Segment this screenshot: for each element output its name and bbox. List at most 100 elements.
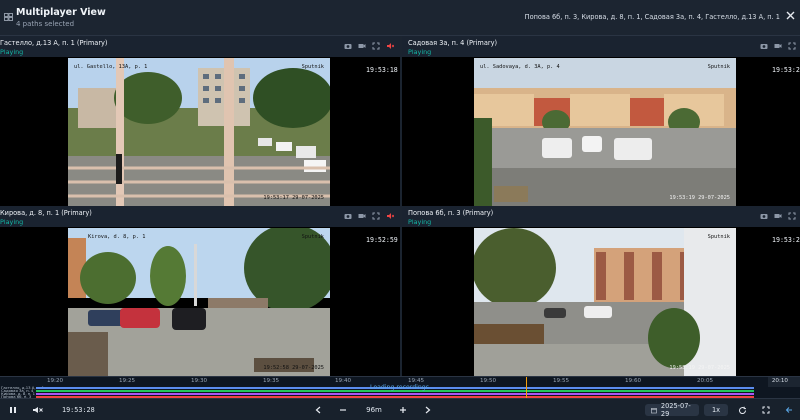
timeline-tick: 19:40 (334, 378, 352, 384)
camera-status: Playing (408, 218, 432, 226)
video-feed[interactable]: ul. Gastello, 13A, p. 1 Sputnik 19:53:17… (68, 58, 330, 206)
prev-button[interactable] (313, 404, 323, 416)
snapshot-icon[interactable] (344, 42, 352, 50)
pause-icon (10, 407, 16, 413)
timeline-end-label: 20:10 (771, 378, 788, 384)
plus-icon (400, 407, 406, 413)
minus-icon (340, 409, 346, 411)
camera-title: Гастелло, д.13 А, п. 1 (Primary) (0, 39, 108, 47)
page-title: Multiplayer View (16, 7, 106, 18)
speed-selector[interactable]: 1x (704, 404, 728, 416)
camera-clock: 19:53:28 (772, 236, 800, 244)
video-feed[interactable]: Sputnik 19:53:19 29-07-2025 (474, 228, 736, 376)
fullscreen-icon[interactable] (788, 42, 796, 50)
panel-header: Кирова, д. 8, п. 1 (Primary) Playing (0, 206, 400, 227)
pause-button[interactable] (8, 404, 18, 416)
mute-icon[interactable] (386, 42, 394, 50)
collapse-button[interactable] (784, 404, 794, 416)
playhead[interactable] (526, 377, 527, 399)
snapshot-icon[interactable] (344, 212, 352, 220)
video-frame (474, 58, 736, 206)
camera-panel-gastello: Гастелло, д.13 А, п. 1 (Primary) Playing… (0, 36, 400, 206)
osd-timestamp: 19:53:19 29-07-2025 (669, 365, 730, 371)
video-frame (68, 58, 330, 206)
osd-brand: Sputnik (301, 64, 324, 70)
osd-timestamp: 19:53:19 29-07-2025 (669, 195, 730, 201)
video-feed[interactable]: ul. Sadovaya, d. 3A, p. 4 Sputnik 19:53:… (474, 58, 736, 206)
arrow-left-icon (785, 407, 792, 413)
camera-status: Playing (408, 48, 432, 56)
current-time: 19:53:28 (62, 406, 95, 414)
refresh-icon (738, 406, 746, 414)
camera-title: Кирова, д. 8, п. 1 (Primary) (0, 209, 92, 217)
fullscreen-icon[interactable] (788, 212, 796, 220)
timeline-tick: 19:20 (46, 378, 64, 384)
panel-header: Гастелло, д.13 А, п. 1 (Primary) Playing (0, 36, 400, 57)
record-icon[interactable] (774, 42, 782, 50)
volume-muted-icon (33, 407, 43, 413)
timeline-tick: 19:30 (190, 378, 208, 384)
panel-header: Попова 6б, п. 3 (Primary) Playing (402, 206, 800, 227)
volume-button[interactable] (32, 404, 44, 416)
osd-brand: Sputnik (301, 234, 324, 240)
video-feed[interactable]: Kirova, d. 8, p. 1 Sputnik 19:52:58 29-0… (68, 228, 330, 376)
next-button[interactable] (423, 404, 433, 416)
timeline-tick: 19:60 (624, 378, 642, 384)
date-picker[interactable]: 2025-07-29 (645, 402, 699, 418)
fullscreen-icon[interactable] (372, 42, 380, 50)
selected-paths: Попова 6б, п. 3, Кирова, д. 8, п. 1, Сад… (524, 13, 780, 21)
camera-panel-kirova: Кирова, д. 8, п. 1 (Primary) Playing 19:… (0, 206, 400, 376)
timeline-tick: 19:55 (552, 378, 570, 384)
osd-brand: Sputnik (707, 234, 730, 240)
camera-toolbar (344, 42, 394, 50)
camera-status: Playing (0, 48, 24, 56)
timeline-tick: 19:50 (479, 378, 497, 384)
camera-status: Playing (0, 218, 24, 226)
osd-location: Kirova, d. 8, p. 1 (88, 234, 146, 240)
timeline-tick: 19:25 (118, 378, 136, 384)
zoom-level: 96m (366, 406, 382, 414)
record-icon[interactable] (358, 42, 366, 50)
camera-toolbar (760, 42, 800, 50)
layout-icon (4, 13, 13, 21)
sync-button[interactable] (737, 404, 747, 416)
osd-timestamp: 19:53:17 29-07-2025 (263, 195, 324, 201)
record-icon[interactable] (774, 212, 782, 220)
zoom-out-button[interactable] (338, 404, 348, 416)
record-icon[interactable] (358, 212, 366, 220)
loading-indicator: Loading recordings... (370, 384, 435, 391)
panel-header: Садовая 3а, п. 4 (Primary) Playing (402, 36, 800, 57)
osd-brand: Sputnik (707, 64, 730, 70)
timeline-tick: 20:05 (696, 378, 714, 384)
close-icon[interactable] (785, 10, 796, 21)
timeline[interactable]: 19:20 19:25 19:30 19:35 19:40 19:45 19:5… (0, 376, 800, 399)
osd-timestamp: 19:52:58 29-07-2025 (263, 365, 324, 371)
playback-controls: 19:53:28 96m 2025-07-29 1x (0, 398, 800, 420)
fullscreen-button[interactable] (761, 404, 771, 416)
snapshot-icon[interactable] (760, 212, 768, 220)
fullscreen-icon[interactable] (372, 212, 380, 220)
chevron-left-icon (315, 406, 321, 414)
camera-clock: 19:53:28 (772, 66, 800, 74)
timeline-tick: 19:35 (262, 378, 280, 384)
date-value: 2025-07-29 (660, 402, 691, 418)
camera-title: Попова 6б, п. 3 (Primary) (408, 209, 494, 217)
snapshot-icon[interactable] (760, 42, 768, 50)
app-header: Multiplayer View 4 paths selected Попова… (0, 0, 800, 36)
osd-location: ul. Sadovaya, d. 3A, p. 4 (480, 64, 560, 70)
camera-toolbar (760, 212, 800, 220)
video-frame (474, 228, 736, 376)
camera-clock: 19:53:18 (366, 66, 398, 74)
video-frame (68, 228, 330, 376)
zoom-in-button[interactable] (398, 404, 408, 416)
camera-title: Садовая 3а, п. 4 (Primary) (408, 39, 498, 47)
osd-location: ul. Gastello, 13A, p. 1 (74, 64, 148, 70)
panel-divider (400, 36, 402, 376)
calendar-icon (651, 407, 657, 413)
camera-panel-popova: Попова 6б, п. 3 (Primary) Playing 19:53:… (402, 206, 800, 376)
chevron-right-icon (425, 406, 431, 414)
expand-icon (762, 406, 770, 414)
mute-icon[interactable] (386, 212, 394, 220)
paths-count: 4 paths selected (16, 20, 75, 28)
camera-panel-sadovaya: Садовая 3а, п. 4 (Primary) Playing 19:53… (402, 36, 800, 206)
